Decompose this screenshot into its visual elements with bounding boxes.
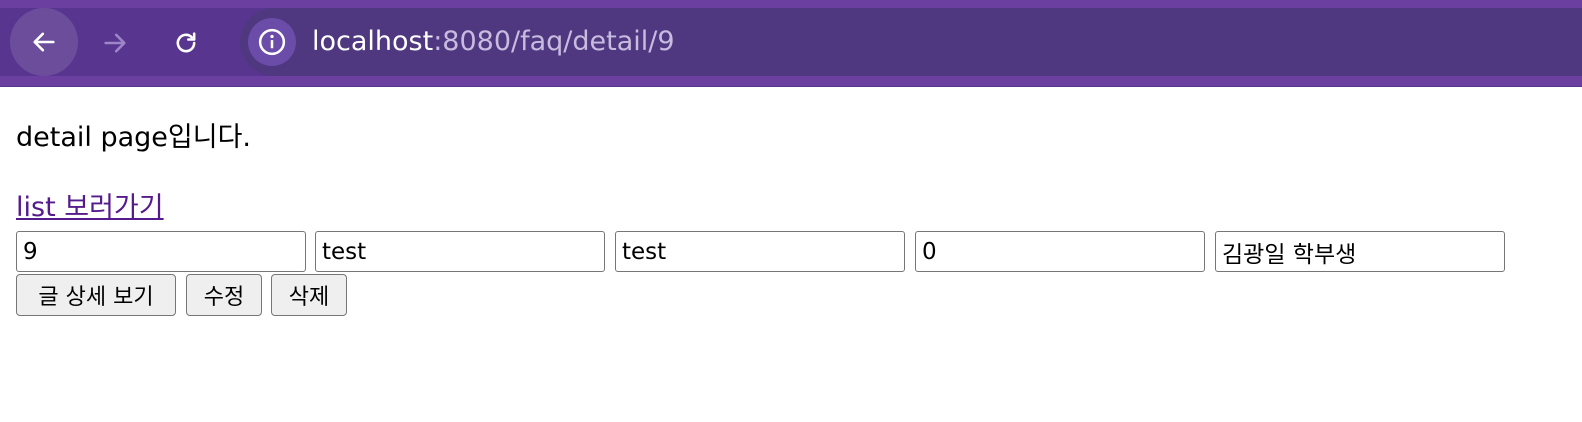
field-content[interactable] <box>615 231 905 272</box>
reload-icon <box>176 32 196 53</box>
detail-button[interactable]: 글 상세 보기 <box>16 274 176 316</box>
list-link[interactable]: list 보러가기 <box>16 190 164 226</box>
url-text[interactable]: localhost:8080/faq/detail/9 <box>312 25 675 59</box>
url-path: :8080/faq/detail/9 <box>433 26 675 57</box>
delete-button[interactable]: 삭제 <box>271 274 347 316</box>
field-views[interactable] <box>915 231 1205 272</box>
page-heading: detail page입니다. <box>16 122 252 153</box>
back-button[interactable] <box>10 8 78 76</box>
forward-button[interactable] <box>81 9 149 77</box>
site-info-button[interactable] <box>248 18 296 66</box>
browser-toolbar: localhost:8080/faq/detail/9 <box>0 0 1582 87</box>
info-icon <box>258 28 286 56</box>
url-host: localhost <box>312 26 434 57</box>
address-bar[interactable]: localhost:8080/faq/detail/9 <box>240 8 1582 76</box>
arrow-left-icon <box>33 32 55 52</box>
reload-button[interactable] <box>152 9 220 77</box>
field-id[interactable] <box>16 231 306 272</box>
field-title[interactable] <box>315 231 605 272</box>
arrow-right-icon <box>104 33 126 53</box>
edit-button[interactable]: 수정 <box>186 274 262 316</box>
field-author[interactable] <box>1215 231 1505 272</box>
